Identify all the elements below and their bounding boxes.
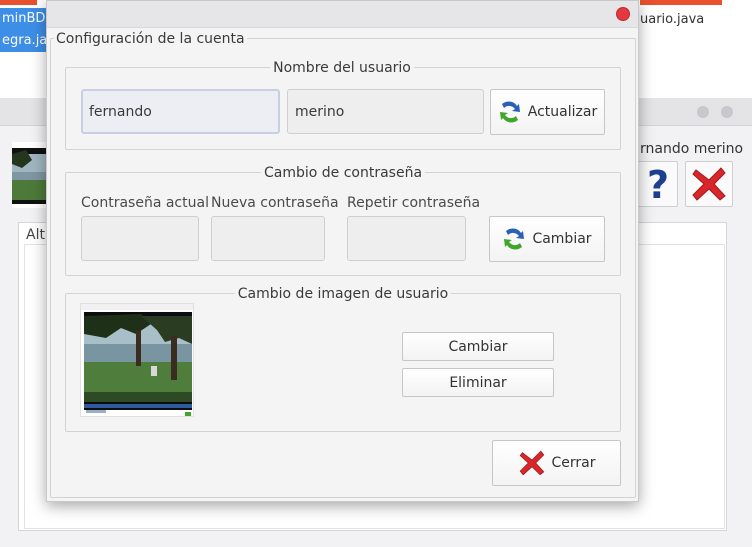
background-tab-1[interactable]: minBDLis [0, 8, 46, 30]
background-accent-bar-left [0, 0, 37, 5]
repeat-password-input[interactable] [347, 216, 466, 261]
window-close-dot-icon[interactable] [616, 7, 630, 21]
image-section-title: Cambio de imagen de usuario [234, 286, 452, 302]
change-password-button[interactable]: Cambiar [489, 216, 605, 262]
background-user-name: rnando merino [640, 141, 744, 157]
close-dialog-label: Cerrar [551, 455, 596, 471]
update-name-label: Actualizar [527, 104, 598, 120]
repeat-password-label: Repetir contraseña [347, 195, 481, 211]
new-password-label: Nueva contraseña [211, 195, 339, 211]
delete-image-button[interactable]: Eliminar [402, 368, 554, 397]
refresh-icon [498, 99, 522, 125]
background-minimize-dot-icon[interactable] [697, 106, 709, 118]
change-image-button[interactable]: Cambiar [402, 332, 554, 361]
user-image-preview [80, 303, 194, 417]
username-section-title: Nombre del usuario [270, 60, 414, 76]
svg-text:?: ? [647, 164, 669, 204]
current-password-label: Contraseña actual [81, 195, 209, 211]
change-password-label: Cambiar [532, 231, 592, 247]
help-icon: ? [647, 164, 669, 204]
background-panel-label: Alt [26, 227, 45, 243]
refresh-icon [502, 226, 526, 252]
current-password-input[interactable] [81, 216, 199, 261]
background-tab-2[interactable]: egra.java [0, 30, 46, 52]
close-x-icon [518, 449, 546, 477]
background-user-thumbnail [12, 142, 46, 208]
background-help-button[interactable]: ? [638, 161, 678, 207]
background-exit-button[interactable] [685, 161, 733, 207]
first-name-input[interactable]: fernando [81, 89, 280, 134]
new-password-input[interactable] [211, 216, 325, 261]
account-settings-title: Configuración de la cuenta [54, 31, 247, 47]
background-close-dot-icon[interactable] [721, 106, 733, 118]
update-name-button[interactable]: Actualizar [490, 89, 605, 135]
background-file-tab[interactable]: uario.java [640, 12, 704, 27]
account-settings-dialog: Configuración de la cuenta Nombre del us… [46, 0, 639, 502]
close-x-icon [692, 167, 726, 201]
background-accent-bar-right [640, 0, 722, 5]
password-section-title: Cambio de contraseña [260, 165, 426, 181]
last-name-input[interactable]: merino [287, 89, 484, 134]
dialog-titlebar [47, 1, 638, 28]
close-dialog-button[interactable]: Cerrar [492, 440, 621, 486]
